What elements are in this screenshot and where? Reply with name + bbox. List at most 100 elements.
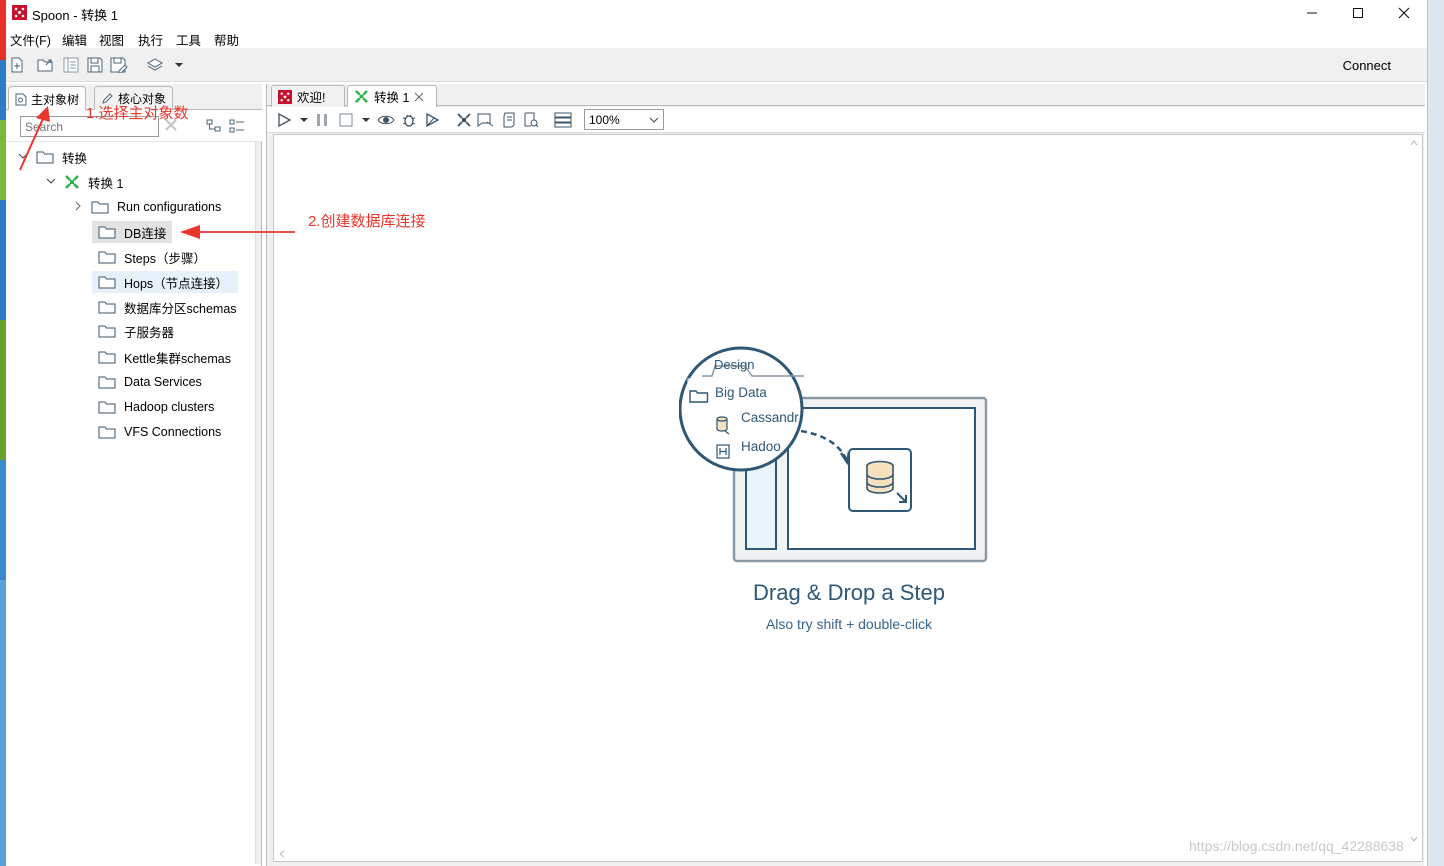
scroll-down-icon[interactable] <box>1410 835 1418 843</box>
menu-help[interactable]: 帮助 <box>214 30 239 49</box>
tree-node-steps[interactable]: Steps（步骤） <box>98 246 206 268</box>
title-bar: Spoon - 转换 1 <box>6 0 1427 26</box>
tab-welcome[interactable]: 欢迎! <box>271 85 345 107</box>
menu-tools[interactable]: 工具 <box>176 30 201 49</box>
tree-node-hops[interactable]: Hops（节点连接） <box>92 271 239 293</box>
tree-label: Steps（步骤） <box>124 251 206 266</box>
save-icon[interactable] <box>86 56 104 74</box>
transformation-canvas[interactable]: Design Big Data Cassandr Hadoo Drag & Dr… <box>273 134 1423 862</box>
editor-tabs: 欢迎! 转换 1 <box>267 84 1425 107</box>
debug-icon[interactable] <box>400 111 418 129</box>
minimize-icon <box>1307 12 1317 14</box>
tree-node-transformations[interactable]: 转换 <box>16 146 87 168</box>
tree-node-hadoop-clusters[interactable]: Hadoop clusters <box>98 396 214 418</box>
save-as-icon[interactable] <box>110 56 128 74</box>
tree-node-cluster-schemas[interactable]: Kettle集群schemas <box>98 346 231 368</box>
layers-dropdown-icon[interactable] <box>170 56 188 74</box>
menu-view[interactable]: 视图 <box>99 30 124 49</box>
editor-area: 欢迎! 转换 1 100% Design Big Data Cassandr H… <box>266 84 1425 866</box>
empty-state-subtitle: Also try shift + double-click <box>765 616 933 632</box>
tab-main-tree[interactable]: 主对象树 <box>8 86 87 111</box>
tree-label: Hops（节点连接） <box>124 276 229 291</box>
close-icon <box>1398 7 1410 19</box>
design-illustration <box>679 346 988 563</box>
tab-transformation-1[interactable]: 转换 1 <box>347 85 437 107</box>
chevron-down-icon <box>649 117 659 123</box>
impact-icon[interactable] <box>477 111 495 129</box>
folder-icon <box>98 226 116 238</box>
stop-dropdown-icon[interactable] <box>357 111 375 129</box>
tab-main-tree-label: 主对象树 <box>31 92 80 107</box>
illustration-item-hadoop: Hadoo <box>741 439 781 454</box>
chevron-down-icon[interactable] <box>16 151 30 164</box>
run-dropdown-icon[interactable] <box>295 111 313 129</box>
menu-run[interactable]: 执行 <box>138 30 163 49</box>
folder-icon <box>98 301 116 313</box>
verify-icon[interactable] <box>455 111 473 129</box>
scroll-up-icon[interactable] <box>1410 139 1418 147</box>
folder-icon <box>98 276 116 288</box>
folder-icon <box>98 325 116 337</box>
illustration-tab-label: Design <box>714 357 755 372</box>
tree-label: Data Services <box>124 375 202 389</box>
minimize-button[interactable] <box>1289 0 1335 26</box>
scroll-left-icon[interactable] <box>278 850 286 858</box>
layers-icon[interactable] <box>146 56 164 74</box>
tree-node-db-connections[interactable]: DB连接 <box>92 221 173 243</box>
explore-icon[interactable] <box>62 56 80 74</box>
left-panel: 主对象树 核心对象 转换 转换 1 <box>6 84 262 866</box>
folder-icon <box>91 201 109 213</box>
tree-node-slave-servers[interactable]: 子服务器 <box>98 320 174 342</box>
tree-label: Kettle集群schemas <box>124 351 231 366</box>
illustration-folder-label: Big Data <box>715 385 767 400</box>
tree-label: Run configurations <box>117 200 222 214</box>
tree-node-partition-schemas[interactable]: 数据库分区schemas <box>98 296 237 318</box>
results-icon[interactable] <box>554 111 572 129</box>
maximize-icon <box>1353 8 1363 18</box>
pause-icon[interactable] <box>313 111 331 129</box>
spoon-app-icon <box>12 5 27 23</box>
stop-icon[interactable] <box>337 111 355 129</box>
maximize-button[interactable] <box>1335 0 1381 26</box>
run-icon[interactable] <box>275 111 293 129</box>
chevron-down-icon[interactable] <box>44 176 58 189</box>
vertical-scrollbar[interactable] <box>1406 135 1422 861</box>
tree-label: VFS Connections <box>124 425 222 439</box>
main-toolbar: Connect <box>6 48 1427 82</box>
chevron-right-icon[interactable] <box>71 201 85 214</box>
menu-file[interactable]: 文件(F) <box>10 30 51 49</box>
tree-label: 数据库分区schemas <box>124 301 237 316</box>
replay-icon[interactable] <box>423 111 441 129</box>
tree-label: 转换 <box>62 151 88 166</box>
illustration-item-cassandra: Cassandr <box>741 410 799 425</box>
tree-node-run-configurations[interactable]: Run configurations <box>71 196 221 218</box>
transformation-icon <box>355 90 368 103</box>
menu-bar: 文件(F) 编辑 视图 执行 工具 帮助 <box>6 26 1427 48</box>
collapse-all-icon[interactable] <box>229 118 245 137</box>
folder-icon <box>98 401 116 413</box>
tree-node-vfs-connections[interactable]: VFS Connections <box>98 421 221 443</box>
zoom-select[interactable]: 100% <box>584 109 664 130</box>
tree-label: 子服务器 <box>124 325 175 340</box>
preview-icon[interactable] <box>377 111 395 129</box>
expand-all-icon[interactable] <box>206 118 222 137</box>
watermark: https://blog.csdn.net/qq_42288638 <box>1189 838 1404 854</box>
open-file-icon[interactable] <box>37 56 55 74</box>
transformation-icon <box>65 175 79 189</box>
tree-node-transformation-1[interactable]: 转换 1 <box>44 171 123 193</box>
left-panel-sash[interactable] <box>255 142 261 864</box>
tab-transformation-1-label: 转换 1 <box>374 91 410 105</box>
close-tab-icon[interactable] <box>414 92 424 102</box>
tree-node-data-services[interactable]: Data Services <box>98 371 202 393</box>
folder-icon <box>98 251 116 263</box>
sql-icon[interactable] <box>500 111 518 129</box>
explore-db-icon[interactable] <box>522 111 540 129</box>
new-file-icon[interactable] <box>8 56 26 74</box>
menu-edit[interactable]: 编辑 <box>62 30 87 49</box>
connect-button[interactable]: Connect <box>1343 58 1391 73</box>
tree-label: Hadoop clusters <box>124 400 215 414</box>
close-button[interactable] <box>1381 0 1427 26</box>
folder-icon <box>36 151 54 163</box>
desktop-right-strip <box>1427 0 1444 866</box>
tree-label: DB连接 <box>124 226 167 241</box>
